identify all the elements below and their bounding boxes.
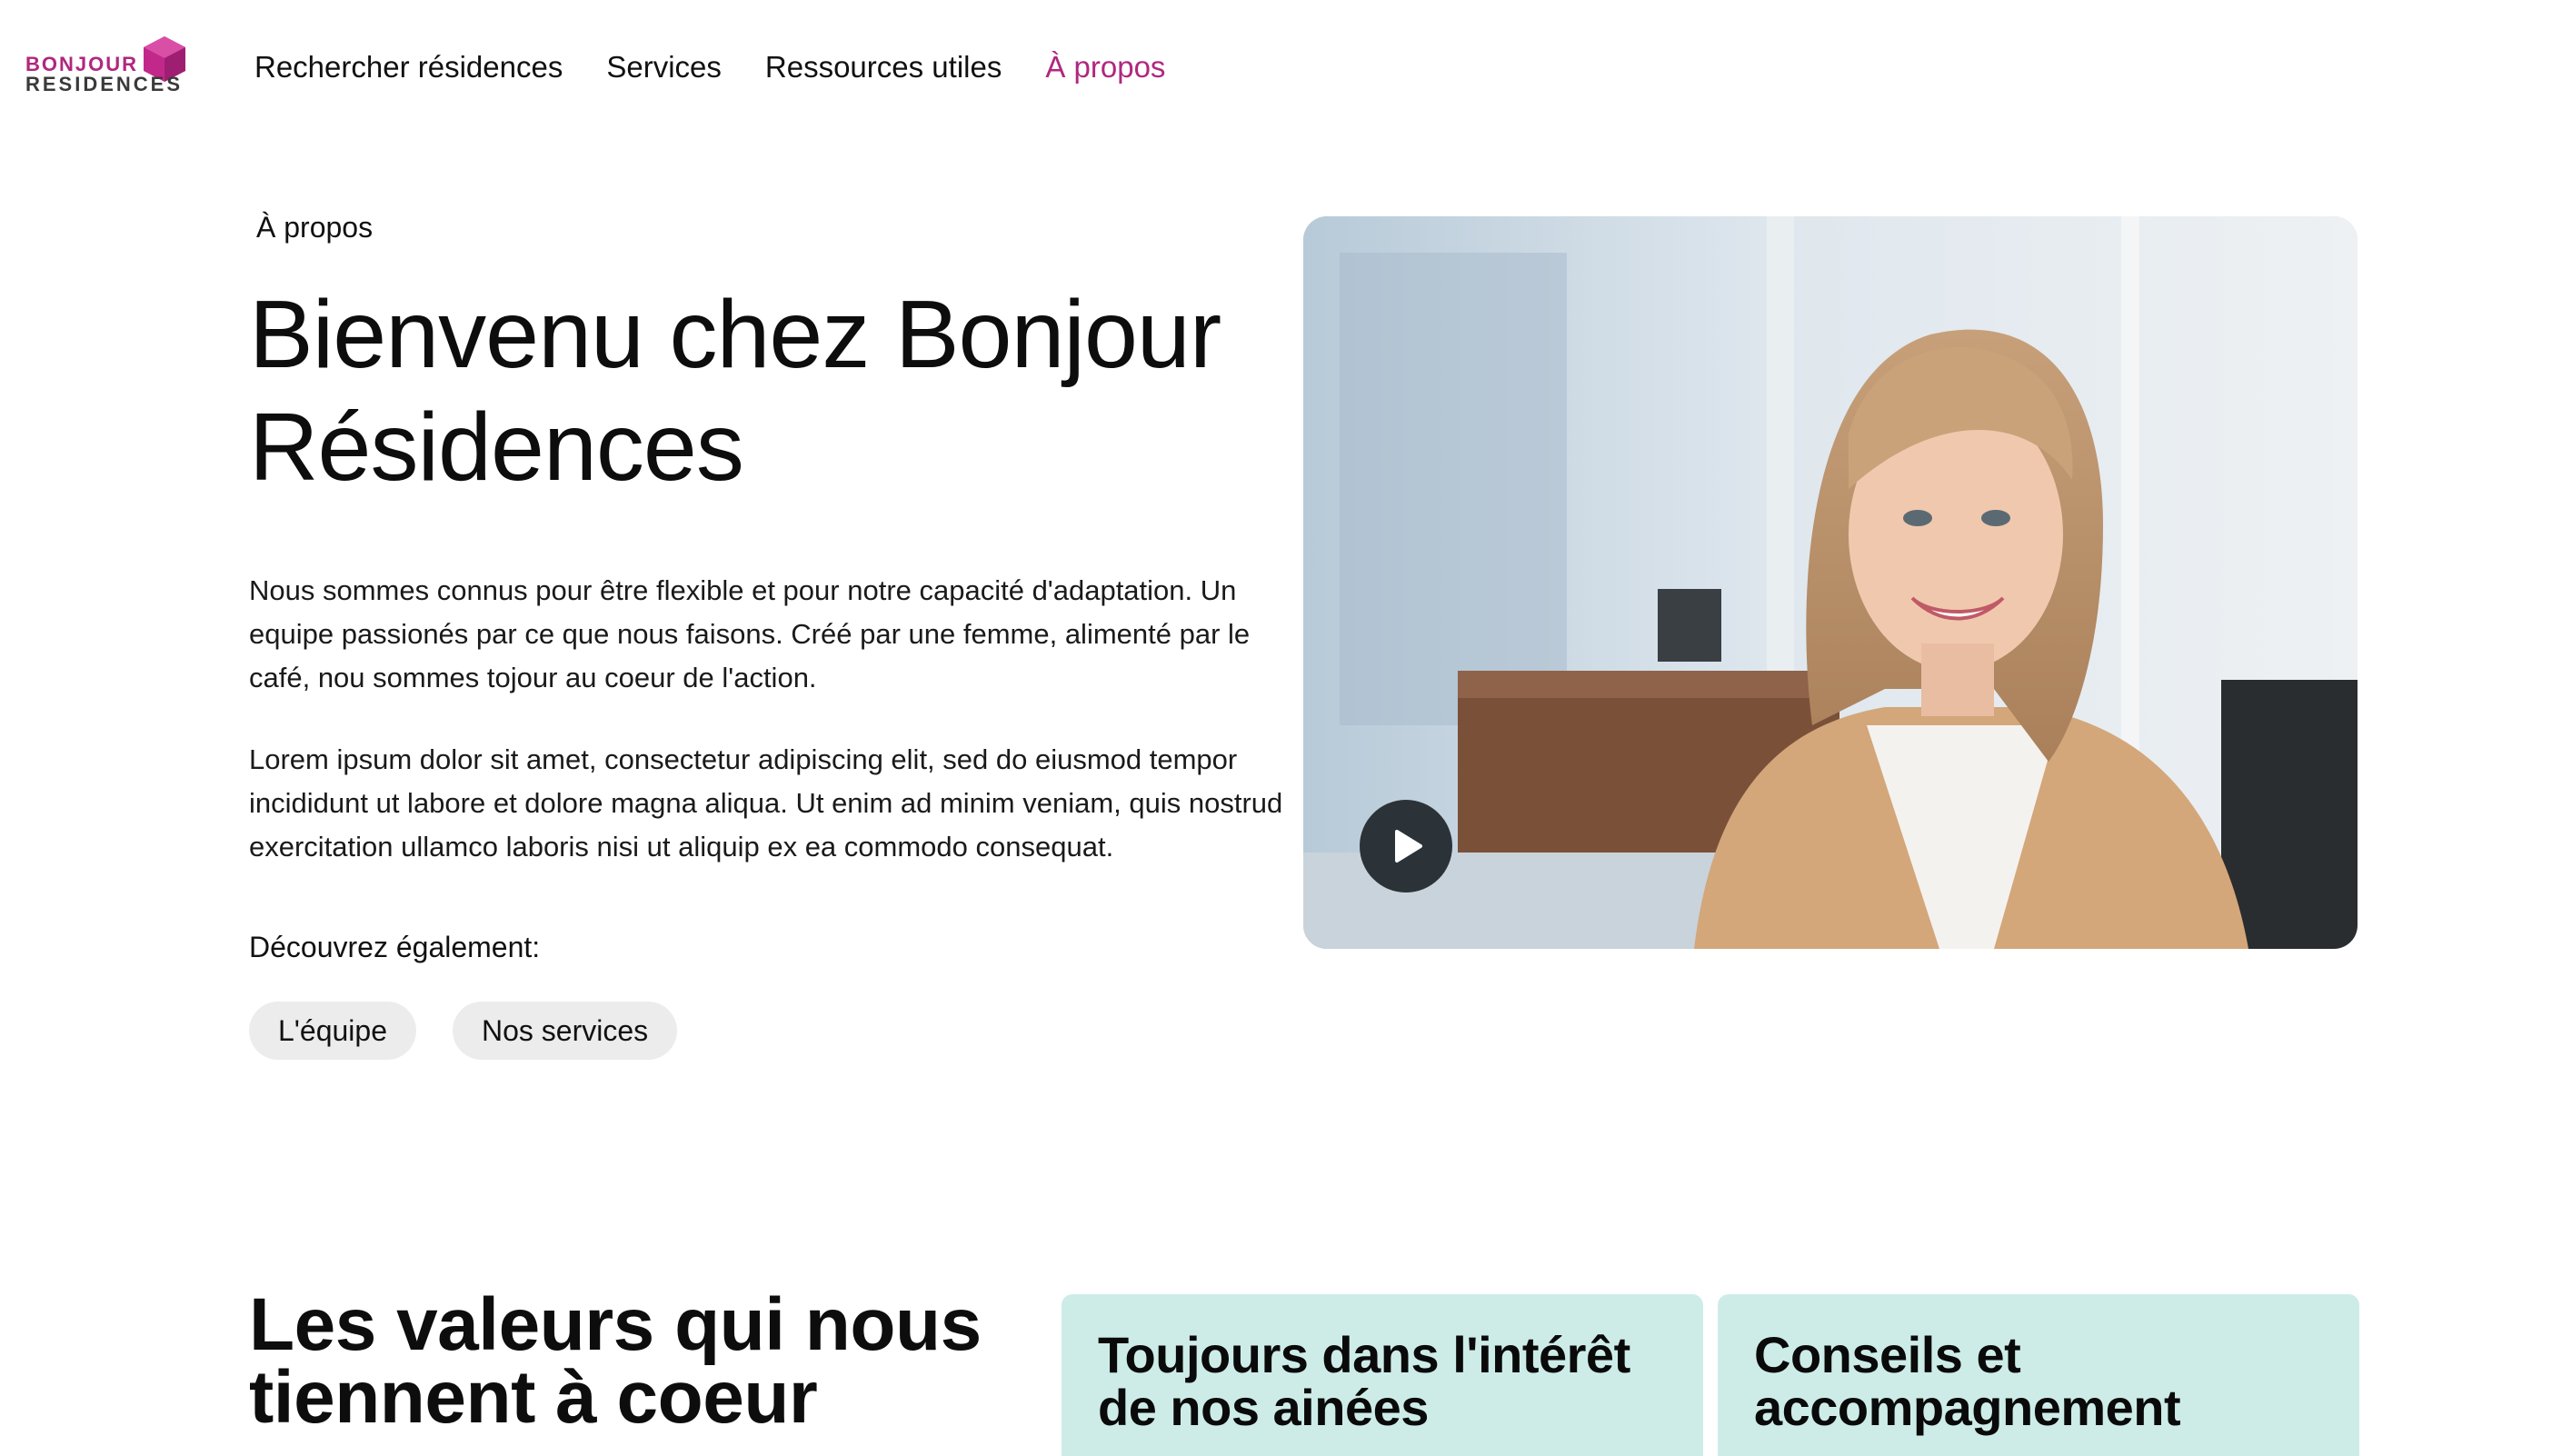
intro-paragraph: Nous sommes connus pour être flexible et… bbox=[249, 574, 1251, 693]
page: BONJOUR RESIDENCES Rechercher résidences… bbox=[0, 0, 2572, 1456]
breadcrumb: À propos bbox=[256, 211, 374, 244]
nav-ressources-utiles[interactable]: Ressources utiles bbox=[765, 47, 1002, 87]
play-button[interactable] bbox=[1360, 800, 1452, 893]
value-card-conseils[interactable]: Conseils et accompagnement bbox=[1718, 1294, 2359, 1456]
chip-equipe[interactable]: L'équipe bbox=[249, 1002, 416, 1060]
logo-text-top: BONJOUR bbox=[25, 53, 139, 75]
logo-text-bottom: RESIDENCES bbox=[25, 73, 184, 95]
value-card-interet[interactable]: Toujours dans l'intérêt de nos ainées bbox=[1062, 1294, 1703, 1456]
site-header: BONJOUR RESIDENCES Rechercher résidences… bbox=[0, 0, 2572, 136]
discover-label: Découvrez également: bbox=[249, 931, 541, 963]
page-title: Bienvenu chez Bonjour Résidences bbox=[249, 281, 1221, 501]
values-heading: Les valeurs qui nous tiennent à coeur bbox=[249, 1283, 982, 1439]
main-nav: Rechercher résidences Services Ressource… bbox=[254, 47, 1165, 87]
play-icon bbox=[1395, 830, 1422, 863]
video-player[interactable] bbox=[1303, 216, 2358, 949]
value-card-title: Conseils et accompagnement bbox=[1754, 1326, 2181, 1436]
related-links: L'équipe Nos services bbox=[249, 1002, 678, 1060]
nav-a-propos[interactable]: À propos bbox=[1045, 47, 1165, 87]
chip-nos-services[interactable]: Nos services bbox=[453, 1002, 678, 1060]
nav-services[interactable]: Services bbox=[606, 47, 722, 87]
nav-rechercher-residences[interactable]: Rechercher résidences bbox=[254, 47, 563, 87]
video-thumbnail bbox=[1303, 216, 2358, 949]
brand-logo[interactable]: BONJOUR RESIDENCES bbox=[25, 36, 189, 96]
body-paragraph: Lorem ipsum dolor sit amet, consectetur … bbox=[249, 743, 1283, 863]
value-card-title: Toujours dans l'intérêt de nos ainées bbox=[1098, 1326, 1630, 1436]
